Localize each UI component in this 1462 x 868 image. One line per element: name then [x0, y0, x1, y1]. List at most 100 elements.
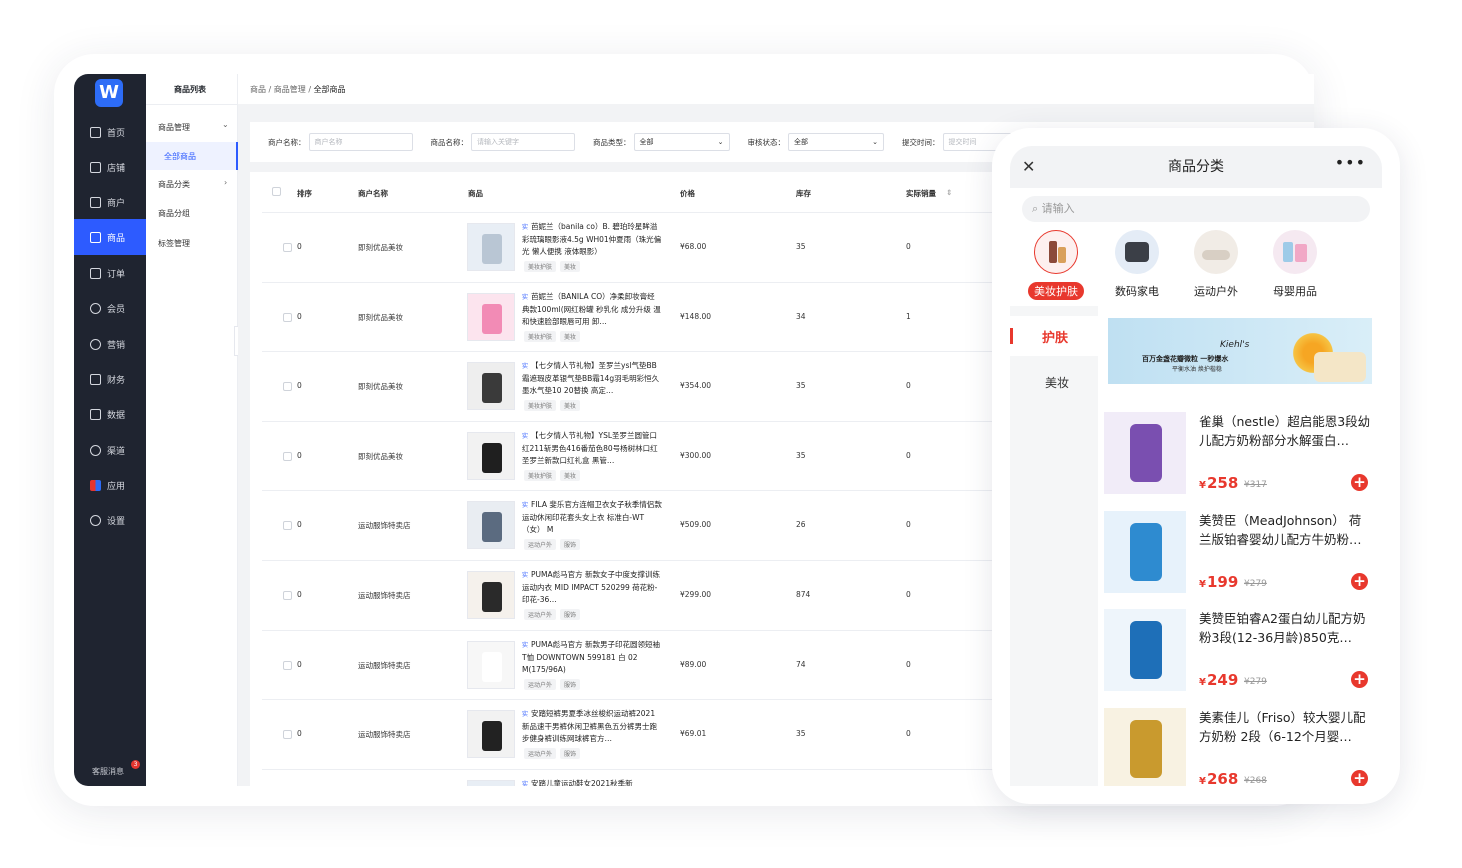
- support-messages[interactable]: 客服消息: [92, 766, 124, 777]
- chevron-down-icon: ⌄: [872, 138, 878, 146]
- close-icon[interactable]: ✕: [1022, 157, 1035, 176]
- add-to-cart-icon[interactable]: +: [1351, 769, 1368, 786]
- category-sports[interactable]: 运动户外: [1180, 230, 1252, 300]
- product-card[interactable]: 美赞臣（MeadJohnson） 荷兰版铂睿婴幼儿配方牛奶粉… ¥199 ¥279 +: [1104, 501, 1376, 599]
- more-icon[interactable]: •••: [1335, 153, 1366, 172]
- product-name[interactable]: 实安踏儿童运动鞋女2021秋季新: [522, 778, 662, 786]
- subnav-tags[interactable]: 标签管理: [158, 238, 190, 249]
- row-checkbox[interactable]: [283, 591, 292, 600]
- nav-home[interactable]: 首页: [74, 114, 146, 150]
- nav-order[interactable]: 订单: [74, 255, 146, 291]
- col-sales[interactable]: 实际销量: [906, 188, 936, 199]
- product-price: ¥258: [1199, 474, 1238, 492]
- product-name[interactable]: 实芭妮兰（banila co）B. 碧珀玲星眸溢彩琉璃眼影液4.5g WH01仲…: [522, 221, 662, 258]
- nav-finance[interactable]: 财务: [74, 361, 146, 397]
- product-thumbnail[interactable]: [467, 710, 515, 759]
- beauty-category-icon: [1034, 230, 1078, 274]
- product-thumbnail[interactable]: [467, 571, 515, 619]
- subnav-goods-management[interactable]: 商品管理: [158, 122, 190, 133]
- nav-channel[interactable]: 渠道: [74, 432, 146, 468]
- filter-label: 商品类型：: [593, 137, 631, 147]
- product-thumbnail[interactable]: [467, 362, 515, 411]
- subnav-category[interactable]: 商品分类: [158, 179, 190, 190]
- row-checkbox[interactable]: [283, 521, 292, 531]
- nav-label: 会员: [107, 304, 126, 315]
- breadcrumb: 商品 / 商品管理 / 全部商品: [238, 74, 1314, 104]
- product-card[interactable]: 雀巢（nestle）超启能恩3段幼儿配方奶粉部分水解蛋白… ¥258 ¥317 +: [1104, 402, 1376, 500]
- breadcrumb-item[interactable]: 商品管理: [274, 85, 306, 94]
- product-name[interactable]: 雀巢（nestle）超启能恩3段幼儿配方奶粉部分水解蛋白…: [1199, 412, 1371, 450]
- nav-goods[interactable]: 商品: [74, 219, 146, 255]
- row-checkbox[interactable]: [283, 382, 292, 392]
- product-name[interactable]: 实 PUMA彪马官方 新款男子印花圆领短袖T恤 DOWNTOWN 599181 白…: [522, 639, 662, 676]
- nav-marketing[interactable]: 营销: [74, 326, 146, 362]
- product-thumbnail[interactable]: [467, 640, 515, 689]
- product-thumbnail[interactable]: [467, 223, 515, 271]
- row-merchant: 即刻优品美妆: [358, 382, 403, 392]
- search-input[interactable]: ⌕ 请输入: [1022, 196, 1370, 222]
- product-image[interactable]: [1104, 609, 1186, 692]
- category-digital[interactable]: 数码家电: [1101, 230, 1173, 300]
- product-name[interactable]: 美赞臣（MeadJohnson） 荷兰版铂睿婴幼儿配方牛奶粉…: [1199, 511, 1371, 549]
- status-select[interactable]: 全部 ⌄: [788, 133, 884, 151]
- product-name[interactable]: 美素佳儿（Friso）较大婴儿配方奶粉 2段（6-12个月婴…: [1199, 708, 1371, 746]
- chevron-right-icon: ›: [224, 178, 228, 187]
- product-card[interactable]: 美赞臣铂睿A2蛋白幼儿配方奶粉3段(12-36月龄)850克… ¥249 ¥279 +: [1104, 599, 1376, 697]
- product-card[interactable]: 美素佳儿（Friso）较大婴儿配方奶粉 2段（6-12个月婴… ¥268 ¥268 +: [1104, 698, 1376, 786]
- product-tag: 运动户外: [524, 748, 557, 760]
- product-tag: 美妆: [560, 261, 581, 272]
- category-baby[interactable]: 母婴用品: [1259, 230, 1331, 300]
- sort-icon[interactable]: ⇕: [946, 188, 952, 197]
- promo-banner[interactable]: Kiehl's 百万金盏花瓣微粒 一秒爆水 平衡水油 焕护楷稳: [1108, 318, 1372, 384]
- subnav-group[interactable]: 商品分组: [158, 208, 190, 219]
- add-to-cart-icon[interactable]: +: [1351, 572, 1368, 590]
- product-price: ¥268: [1199, 770, 1238, 786]
- row-checkbox[interactable]: [283, 243, 292, 252]
- subnav-all-goods[interactable]: 全部商品: [146, 142, 238, 170]
- nav-data[interactable]: 数据: [74, 396, 146, 432]
- add-to-cart-icon[interactable]: +: [1351, 671, 1368, 689]
- type-select[interactable]: 全部 ⌄: [633, 133, 730, 151]
- subcategory-skincare[interactable]: 护肤: [1010, 316, 1098, 356]
- row-checkbox[interactable]: [283, 660, 292, 670]
- product-price: ¥199: [1199, 573, 1238, 591]
- breadcrumb-item[interactable]: 商品: [250, 85, 266, 94]
- nav-merchant[interactable]: 商户: [74, 184, 146, 220]
- product-image[interactable]: [1104, 707, 1186, 786]
- product-name[interactable]: 美赞臣铂睿A2蛋白幼儿配方奶粉3段(12-36月龄)850克…: [1199, 609, 1371, 647]
- nav-settings[interactable]: 设置: [74, 502, 146, 538]
- product-name[interactable]: 实 PUMA彪马官方 新款女子中度支撑训练运动内衣 MID IMPACT 5202…: [522, 569, 662, 606]
- main-sidebar: W 首页 店铺 商户 商品 订单 会员 营销 财务 数据 渠道 应用 设置 客服…: [74, 74, 146, 786]
- product-image[interactable]: [1104, 510, 1186, 593]
- category-beauty[interactable]: 美妆护肤: [1020, 230, 1092, 300]
- product-name[interactable]: 实芭妮兰（BANILA CO）净柔卸妆膏经典款100ml(网红粉罐 秒乳化 成分…: [522, 291, 662, 328]
- product-thumbnail[interactable]: [467, 431, 515, 480]
- product-name[interactable]: 实【七夕情人节礼物】圣罗兰ysl气垫BB霜遮瑕皮革银气垫BB霜14g羽毛明彩恒久…: [522, 360, 662, 397]
- row-checkbox[interactable]: [283, 312, 292, 322]
- row-stock: 35: [796, 381, 806, 391]
- nav-store[interactable]: 店铺: [74, 149, 146, 185]
- nav-apps[interactable]: 应用: [74, 467, 146, 503]
- apps-icon: [90, 479, 101, 491]
- select-all-checkbox[interactable]: [272, 187, 281, 196]
- row-checkbox[interactable]: [283, 451, 292, 461]
- product-thumbnail[interactable]: [467, 501, 515, 550]
- row-sort: 0: [297, 311, 302, 321]
- add-to-cart-icon[interactable]: +: [1351, 474, 1368, 491]
- nav-member[interactable]: 会员: [74, 290, 146, 326]
- product-tags: 运动户外 服饰: [524, 748, 581, 760]
- product-image[interactable]: [1104, 412, 1186, 494]
- product-name[interactable]: 实【七夕情人节礼物】YSL圣罗兰圆管口红211斩男色416番茄色80号杨树林口红…: [522, 430, 662, 467]
- product-name[interactable]: 实安踏短裤男夏季冰丝梭织运动裤2021新品速干男裤休闲卫裤黑色五分裤男士跑步健身…: [522, 708, 662, 745]
- sports-category-icon: [1194, 230, 1238, 274]
- product-thumbnail[interactable]: [467, 779, 515, 786]
- subcategory-makeup[interactable]: 美妆: [1045, 374, 1069, 391]
- row-checkbox[interactable]: [283, 730, 292, 740]
- row-price: ¥354.00: [680, 381, 712, 391]
- col-sort[interactable]: 排序: [297, 188, 312, 199]
- physical-tag: 实: [522, 432, 529, 440]
- product-name[interactable]: 实 FILA 斐乐官方连帽卫衣女子秋季情侣款运动休闲印花套头女上衣 标准白-WT（…: [522, 499, 662, 536]
- keyword-input[interactable]: 请输入关键字: [471, 133, 575, 151]
- product-thumbnail[interactable]: [467, 292, 515, 341]
- merchant-input[interactable]: 商户名称: [308, 133, 413, 151]
